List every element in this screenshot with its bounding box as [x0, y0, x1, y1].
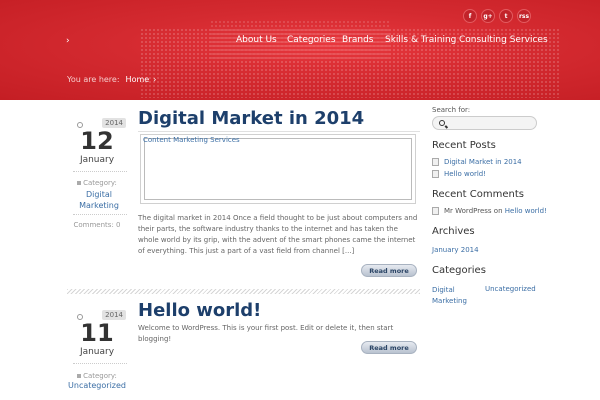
recent-posts-heading: Recent Posts — [432, 140, 496, 151]
category-label: Category: — [67, 179, 127, 187]
comment-author: Mr WordPress — [444, 207, 492, 215]
breadcrumb-separator: › — [153, 75, 157, 84]
post-month: January — [79, 347, 115, 357]
categories-heading: Categories — [432, 265, 486, 276]
recent-post-label: Hello world! — [444, 170, 487, 178]
nav-item-categories[interactable]: Categories — [287, 35, 336, 45]
post-divider — [67, 289, 420, 294]
post-category-link[interactable]: Uncategorized — [67, 380, 127, 391]
google-plus-icon[interactable]: g+ — [481, 9, 495, 23]
post-day: 12 — [80, 127, 114, 155]
category-label: Category: — [67, 372, 127, 380]
post-category-link[interactable]: Digital Marketing — [77, 189, 121, 211]
nav-item-consulting-services[interactable]: Consulting Services — [459, 35, 548, 45]
category-label-text: Category: — [83, 372, 117, 380]
breadcrumb: You are here: Home › — [67, 75, 156, 84]
folder-icon — [77, 181, 82, 185]
main-nav: About Us Categories Brands Skills & Trai… — [0, 35, 600, 47]
breadcrumb-prefix: You are here: — [67, 75, 120, 84]
recent-comment: Mr WordPress on Hello world! — [432, 207, 547, 215]
search-label: Search for: — [432, 106, 471, 114]
meta-divider — [73, 363, 127, 364]
archives-heading: Archives — [432, 226, 475, 237]
nav-item-brands[interactable]: Brands — [342, 35, 374, 45]
archive-link[interactable]: January 2014 — [432, 246, 479, 254]
folder-icon — [77, 374, 82, 378]
recent-post-link[interactable]: Digital Market in 2014 — [432, 158, 522, 166]
post-date-block: 2014 11 January Category: Uncategorized — [67, 310, 127, 395]
title-rule — [138, 131, 420, 132]
comment-icon — [432, 207, 439, 215]
document-icon — [432, 158, 439, 166]
post-month: January — [79, 155, 115, 165]
sidebar-category-digital-marketing[interactable]: Digital Marketing — [432, 285, 472, 307]
embed-title-link[interactable]: Content Marketing Services — [143, 136, 240, 144]
post-excerpt: The digital market in 2014 Once a field … — [138, 214, 418, 255]
embed-inner-frame — [144, 138, 412, 200]
twitter-icon[interactable]: t — [499, 9, 513, 23]
read-more-button[interactable]: Read more — [361, 341, 417, 354]
nav-item-skills-training[interactable]: Skills & Training — [385, 35, 456, 45]
comment-on: on — [493, 207, 503, 215]
site-header: › About Us Categories Brands Skills & Tr… — [0, 0, 600, 100]
search-icon — [439, 120, 445, 126]
meta-divider — [73, 171, 127, 172]
search-input[interactable] — [432, 116, 537, 130]
post-title-link[interactable]: Hello world! — [138, 300, 261, 321]
category-label-text: Category: — [83, 179, 117, 187]
post-date-block: 2014 12 January Category: Digital Market… — [67, 118, 127, 229]
embed-frame: Content Marketing Services — [140, 134, 416, 204]
meta-divider — [73, 214, 127, 215]
sidebar-category-uncategorized[interactable]: Uncategorized — [485, 285, 536, 293]
sidebar-category-label: Digital Marketing — [432, 286, 467, 305]
post-title-link[interactable]: Digital Market in 2014 — [138, 108, 364, 129]
rss-icon[interactable]: rss — [517, 9, 531, 23]
document-icon — [432, 170, 439, 178]
recent-post-label: Digital Market in 2014 — [444, 158, 522, 166]
post-comments-count[interactable]: Comments: 0 — [67, 221, 127, 229]
comment-post-link[interactable]: Hello world! — [505, 207, 547, 215]
facebook-icon[interactable]: f — [463, 9, 477, 23]
recent-post-link[interactable]: Hello world! — [432, 170, 486, 178]
post-day: 11 — [80, 319, 114, 347]
nav-item-about-us[interactable]: About Us — [236, 35, 277, 45]
recent-comments-heading: Recent Comments — [432, 189, 524, 200]
breadcrumb-home-link[interactable]: Home — [126, 75, 150, 84]
read-more-button[interactable]: Read more — [361, 264, 417, 277]
